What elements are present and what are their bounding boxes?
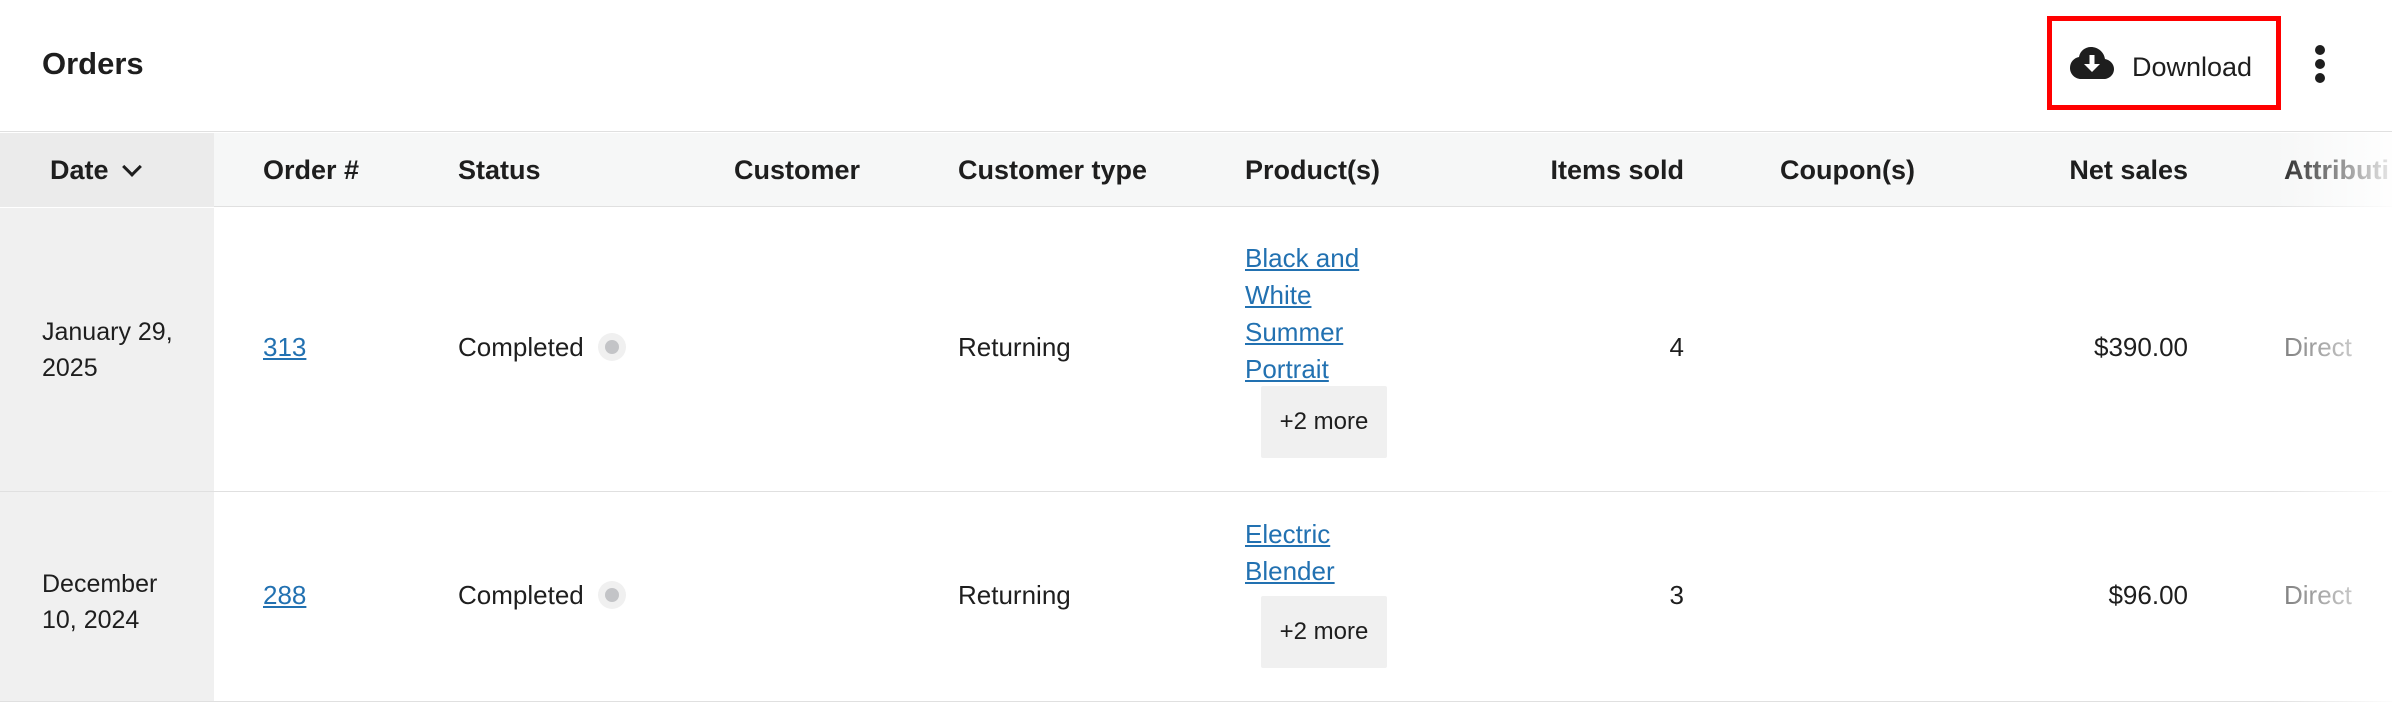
column-header-net-sales[interactable]: Net sales [1950,133,2188,207]
net-sales: $96.00 [2108,580,2188,610]
order-date: January 29, 2025 [42,318,173,382]
order-date: December 10, 2024 [42,570,158,634]
customer-type: Returning [958,332,1071,362]
cloud-download-icon [2070,47,2114,79]
table-row: December 10, 2024 288 Completed Returnin… [0,492,2392,702]
more-products-button[interactable]: +2 more [1261,596,1387,668]
attribution: Direct [2284,580,2352,610]
status-indicator-icon [597,333,626,362]
page-header: Orders Download [0,0,2392,132]
more-vertical-icon [2315,45,2325,55]
table-row: January 29, 2025 313 Completed Returning… [0,208,2392,492]
items-sold: 4 [1669,332,1684,362]
order-number-link[interactable]: 288 [263,580,306,610]
column-header-customer[interactable]: Customer [734,133,860,207]
product-link[interactable]: Electric Blender [1245,519,1335,586]
orders-table: Date Order # Status Customer Customer ty… [0,133,2392,702]
column-header-attribution[interactable]: Attributi [2284,133,2389,207]
customer-type: Returning [958,580,1071,610]
column-header-order[interactable]: Order # [263,133,359,207]
order-number-link[interactable]: 313 [263,332,306,362]
column-header-status[interactable]: Status [458,133,541,207]
table-header: Date Order # Status Customer Customer ty… [0,133,2392,207]
more-products-button[interactable]: +2 more [1261,386,1387,458]
attribution: Direct [2284,332,2352,362]
download-button[interactable]: Download [2047,16,2281,110]
column-header-products[interactable]: Product(s) [1245,133,1380,207]
order-status: Completed [458,580,626,611]
download-label: Download [2132,52,2253,82]
column-header-date[interactable]: Date [50,133,142,207]
column-header-coupons[interactable]: Coupon(s) [1780,133,1915,207]
product-link[interactable]: Black and White Summer Portrait [1245,243,1359,384]
more-options-button[interactable] [2305,38,2335,90]
status-indicator-icon [597,581,626,610]
page-title: Orders [42,46,144,81]
net-sales: $390.00 [2094,332,2188,362]
items-sold: 3 [1669,580,1684,610]
column-header-customer-type[interactable]: Customer type [958,133,1147,207]
column-header-items-sold[interactable]: Items sold [1450,133,1684,207]
order-status: Completed [458,332,626,363]
chevron-down-icon [121,157,142,177]
